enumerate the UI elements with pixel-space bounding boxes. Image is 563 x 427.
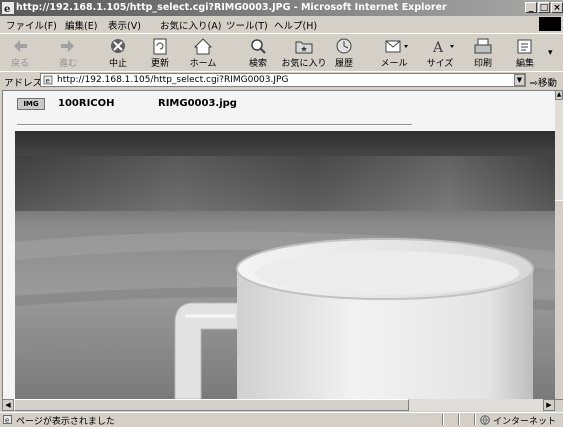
- scroll-right-arrow-icon[interactable]: ▶: [543, 399, 555, 411]
- status-bar: e ページが表示されました インターネット: [0, 412, 563, 427]
- status-separator: [458, 414, 460, 425]
- refresh-icon: [153, 38, 167, 55]
- mail-icon: [385, 40, 408, 53]
- title-bar: e http://192.168.1.105/http_select.cgi?R…: [0, 0, 563, 16]
- status-separator: [442, 414, 444, 425]
- size-button[interactable]: A サイズ: [420, 36, 460, 69]
- svg-text:e: e: [46, 77, 50, 85]
- minimize-button[interactable]: _: [525, 2, 537, 13]
- vertical-scroll-thumb[interactable]: [555, 200, 563, 400]
- refresh-button[interactable]: 更新: [140, 36, 180, 69]
- status-separator: [474, 414, 476, 425]
- horizontal-scroll-thumb[interactable]: [14, 399, 409, 411]
- home-icon: [193, 38, 213, 55]
- header-divider: [17, 124, 412, 126]
- address-url: http://192.168.1.105/http_select.cgi?RIM…: [57, 75, 289, 85]
- menu-view[interactable]: 表示(V): [108, 18, 141, 32]
- printer-icon: [474, 38, 492, 54]
- folder-name: 100RICOH: [58, 98, 115, 109]
- scroll-left-arrow-icon[interactable]: ◀: [2, 399, 14, 411]
- horizontal-scrollbar[interactable]: ◀ ▶: [2, 399, 555, 411]
- toolbar-overflow-icon[interactable]: ▾: [548, 48, 553, 58]
- svg-text:e: e: [4, 4, 10, 14]
- menu-tools[interactable]: ツール(T): [226, 18, 268, 32]
- stop-button[interactable]: 中止: [98, 36, 138, 69]
- mail-button[interactable]: メール: [374, 36, 414, 69]
- back-button[interactable]: 戻る: [0, 36, 40, 69]
- menu-help[interactable]: ヘルプ(H): [274, 18, 317, 32]
- search-icon: [251, 39, 266, 54]
- forward-button[interactable]: 進む: [48, 36, 88, 69]
- address-dropdown-button[interactable]: ▼: [514, 74, 525, 86]
- internet-globe-icon: [480, 415, 490, 425]
- address-input[interactable]: e http://192.168.1.105/http_select.cgi?R…: [40, 73, 526, 87]
- page-done-icon: e: [3, 415, 12, 424]
- maximize-button[interactable]: □: [538, 2, 550, 13]
- go-arrow-icon: ⇨: [530, 78, 538, 89]
- menu-bar: ファイル(F) 編集(E) 表示(V) お気に入り(A) ツール(T) ヘルプ(…: [0, 16, 563, 32]
- ie-icon: e: [2, 2, 14, 14]
- page-viewport: IMG 100RICOH RIMG0003.jpg: [2, 90, 556, 399]
- history-icon: [336, 38, 352, 54]
- windows-logo-icon: [539, 17, 561, 31]
- close-button[interactable]: ×: [551, 2, 563, 13]
- history-button[interactable]: 履歴: [324, 36, 364, 69]
- font-size-icon: A: [432, 40, 454, 56]
- print-button[interactable]: 印刷: [463, 36, 503, 69]
- forward-arrow-icon: [61, 40, 74, 52]
- edit-icon: [517, 39, 532, 54]
- menu-edit[interactable]: 編集(E): [65, 18, 97, 32]
- back-arrow-icon: [14, 40, 27, 52]
- edit-button[interactable]: 編集: [505, 36, 545, 69]
- go-button[interactable]: ⇨移動: [530, 75, 557, 89]
- toolbar: 戻る 進む 中止 更新 ホーム 検索 お気に入り 履歴 メール A サイズ 印刷: [0, 33, 563, 72]
- vertical-scrollbar[interactable]: ▲: [555, 90, 563, 400]
- stop-icon: [111, 39, 125, 53]
- svg-text:A: A: [432, 40, 444, 56]
- address-bar: アドレス(D) e http://192.168.1.105/http_sele…: [0, 71, 563, 90]
- security-zone: インターネット: [493, 417, 557, 427]
- image-type-icon: IMG: [17, 98, 45, 110]
- file-name: RIMG0003.jpg: [158, 98, 237, 109]
- menu-file[interactable]: ファイル(F): [6, 18, 57, 32]
- photo-image: [15, 131, 556, 399]
- scroll-up-arrow-icon[interactable]: ▲: [555, 90, 563, 100]
- home-button[interactable]: ホーム: [183, 36, 223, 69]
- window-title: http://192.168.1.105/http_select.cgi?RIM…: [16, 2, 447, 13]
- search-button[interactable]: 検索: [238, 36, 278, 69]
- menu-favorites[interactable]: お気に入り(A): [160, 18, 221, 32]
- page-icon: e: [43, 75, 53, 85]
- status-text: ページが表示されました: [16, 417, 115, 427]
- favorites-folder-icon: [295, 41, 313, 54]
- svg-text:e: e: [5, 417, 9, 425]
- favorites-button[interactable]: お気に入り: [281, 36, 327, 69]
